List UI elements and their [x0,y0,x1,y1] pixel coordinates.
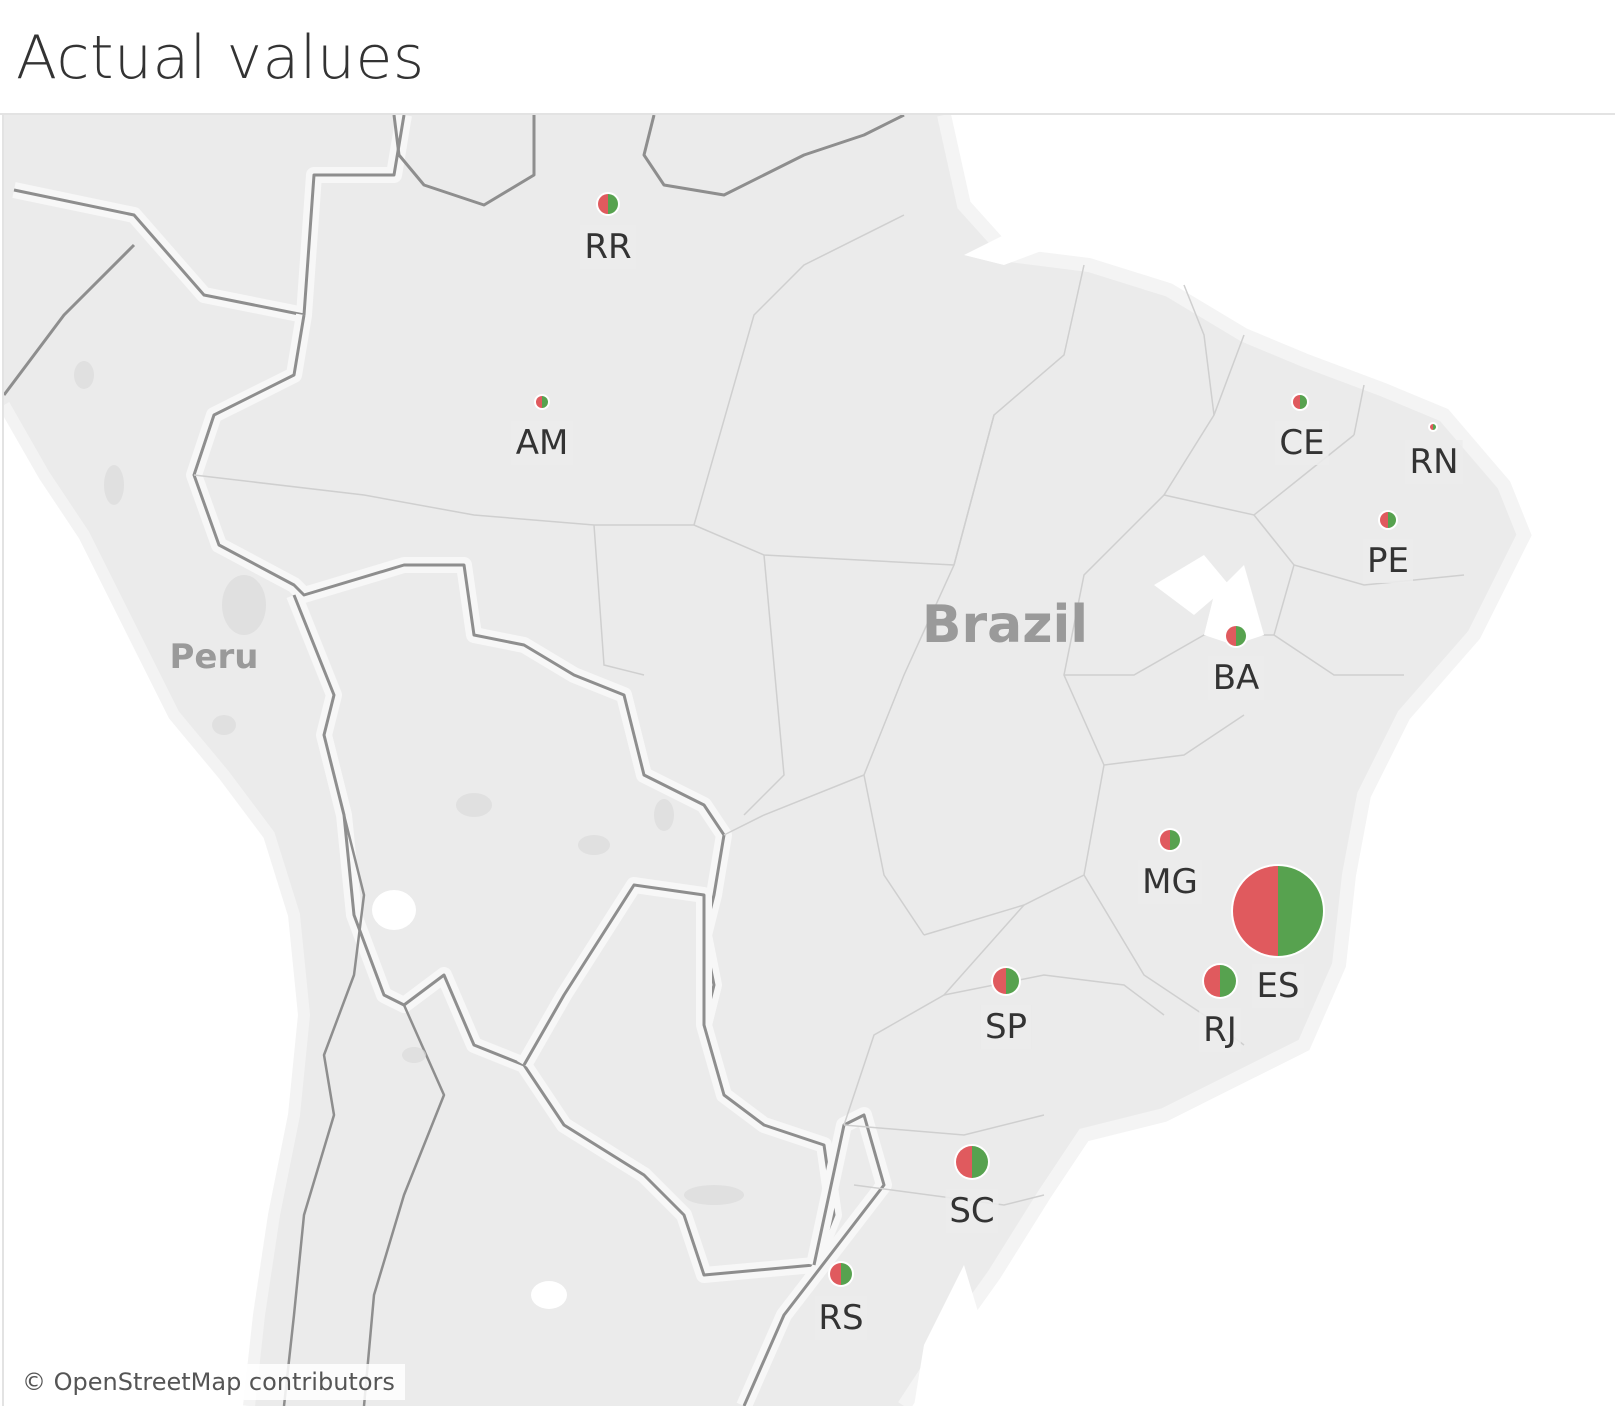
state-label-ce: CE [1279,423,1324,463]
country-label-peru: Peru [170,637,259,677]
map-attribution[interactable]: © OpenStreetMap contributors [12,1364,405,1400]
state-label-rn: RN [1409,442,1458,482]
country-label-brazil: Brazil [922,595,1088,655]
state-label-pe: PE [1367,541,1409,581]
state-label-am: AM [516,423,569,463]
state-label-rs: RS [818,1298,863,1338]
title-bar: Actual values [0,0,1615,115]
state-label-mg: MG [1142,862,1198,902]
map-canvas[interactable]: Peru Brazil RR AM CE RN PE BA MG ES SP RJ SC RS [4,115,1615,1406]
state-label-es: ES [1256,966,1299,1006]
state-label-ba: BA [1213,658,1260,698]
map-view[interactable]: Peru Brazil RR AM CE RN PE BA MG ES SP RJ SC RS © O… [2,115,1615,1406]
state-label-sp: SP [985,1007,1027,1047]
state-label-rj: RJ [1203,1010,1237,1050]
state-label-sc: SC [949,1191,994,1231]
state-label-rr: RR [584,227,631,267]
page-title: Actual values [16,23,425,93]
